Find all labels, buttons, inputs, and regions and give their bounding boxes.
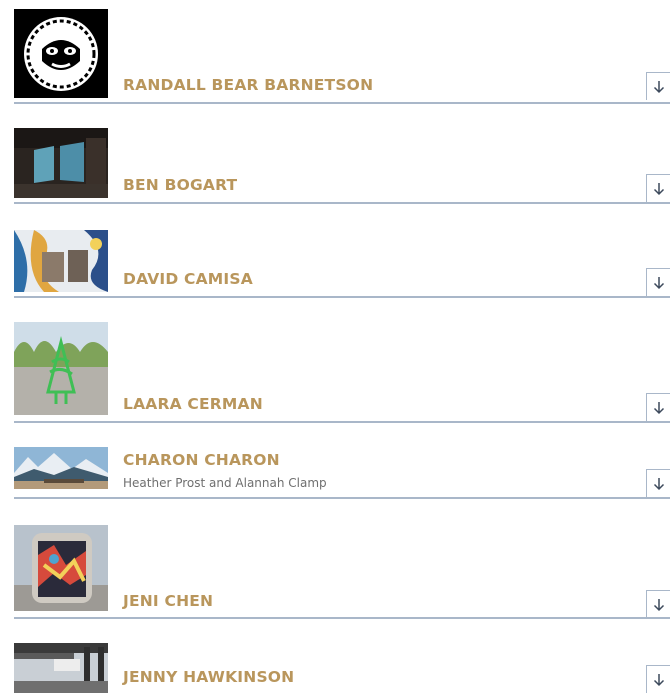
arrow-down-icon[interactable] (646, 174, 670, 202)
arrow-down-icon[interactable] (646, 590, 670, 618)
artist-entry[interactable]: RANDALL BEAR BARNETSON (0, 0, 670, 104)
artist-name[interactable]: LAARA CERMAN (123, 395, 263, 413)
artist-name[interactable]: BEN BOGART (123, 176, 237, 194)
artist-entry[interactable]: LAARA CERMAN (0, 298, 670, 423)
artist-name[interactable]: CHARON CHARON (123, 451, 280, 469)
arrow-down-icon[interactable] (646, 469, 670, 497)
artist-entry[interactable]: BEN BOGART (0, 104, 670, 204)
artist-name[interactable]: RANDALL BEAR BARNETSON (123, 76, 373, 94)
arrow-down-icon[interactable] (646, 393, 670, 421)
artist-name[interactable]: JENI CHEN (123, 592, 213, 610)
mountain-landscape-icon[interactable] (14, 447, 108, 489)
gallery-screens-icon[interactable] (14, 128, 108, 198)
artist-entry[interactable]: JENNY HAWKINSON (0, 619, 670, 693)
artist-name[interactable]: JENNY HAWKINSON (123, 668, 294, 686)
arrow-down-icon[interactable] (646, 665, 670, 693)
artist-subtitle: Heather Prost and Alannah Clamp (123, 476, 327, 490)
formline-mask-icon[interactable] (14, 9, 108, 98)
arrow-down-icon[interactable] (646, 72, 670, 100)
artist-entry[interactable]: DAVID CAMISA (0, 204, 670, 298)
wrapped-kiosk-icon[interactable] (14, 525, 108, 611)
artist-entry[interactable]: JENI CHEN (0, 499, 670, 619)
tree-sculpture-icon[interactable] (14, 322, 108, 415)
bridge-structure-icon[interactable] (14, 643, 108, 693)
mural-icon[interactable] (14, 230, 108, 292)
artist-name[interactable]: DAVID CAMISA (123, 270, 253, 288)
arrow-down-icon[interactable] (646, 268, 670, 296)
artist-list: RANDALL BEAR BARNETSON BEN BOGART DAVID … (0, 0, 670, 693)
artist-entry[interactable]: CHARON CHARON Heather Prost and Alannah … (0, 423, 670, 499)
